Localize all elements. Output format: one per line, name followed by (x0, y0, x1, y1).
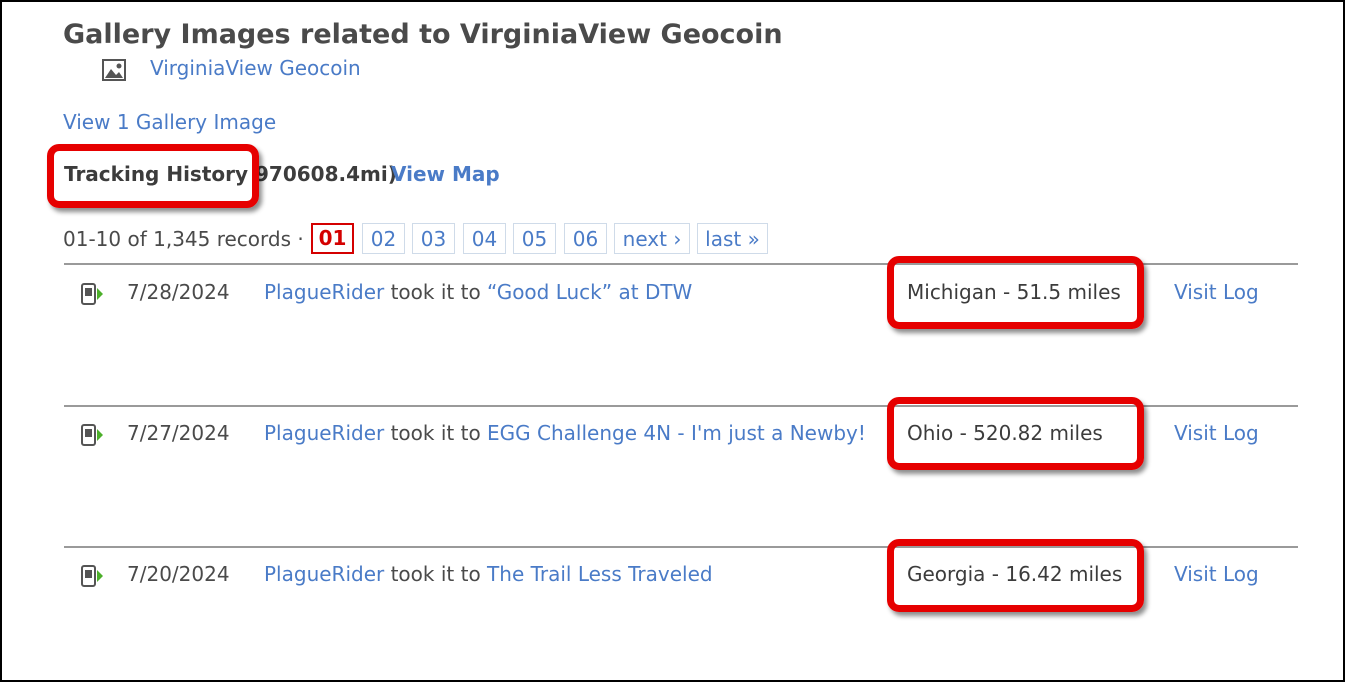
page-04[interactable]: 04 (463, 223, 506, 254)
page-03[interactable]: 03 (412, 223, 455, 254)
log-date: 7/20/2024 (127, 562, 230, 586)
cache-link[interactable]: “Good Luck” at DTW (487, 280, 692, 304)
visit-log-link[interactable]: Visit Log (1174, 280, 1259, 304)
page-06[interactable]: 06 (564, 223, 607, 254)
page-02[interactable]: 02 (362, 223, 405, 254)
records-summary: 01-10 of 1,345 records · (63, 227, 304, 251)
view-gallery-link[interactable]: View 1 Gallery Image (63, 110, 276, 134)
dropped-off-icon (81, 283, 103, 305)
next-page-link[interactable]: next › (614, 223, 690, 254)
view-map-link[interactable]: View Map (391, 162, 500, 186)
last-page-link[interactable]: last » (697, 223, 768, 254)
location-highlight-box (887, 539, 1144, 612)
image-icon (102, 59, 126, 81)
page-05[interactable]: 05 (513, 223, 556, 254)
visit-log-link[interactable]: Visit Log (1174, 421, 1259, 445)
cache-link[interactable]: The Trail Less Traveled (487, 562, 713, 586)
visit-log-link[interactable]: Visit Log (1174, 562, 1259, 586)
log-entry: PlagueRider took it to The Trail Less Tr… (264, 562, 713, 586)
tracking-distance: 970608.4mi) (255, 162, 397, 186)
log-action: took it to (390, 280, 481, 304)
location-highlight-box (887, 256, 1144, 329)
log-action: took it to (390, 421, 481, 445)
gallery-item-link[interactable]: VirginiaView Geocoin (150, 56, 361, 80)
page-title: Gallery Images related to VirginiaView G… (63, 19, 783, 50)
user-link[interactable]: PlagueRider (264, 421, 384, 445)
log-entry: PlagueRider took it to “Good Luck” at DT… (264, 280, 692, 304)
dropped-off-icon (81, 424, 103, 446)
page-frame: Gallery Images related to VirginiaView G… (0, 0, 1345, 682)
log-date: 7/28/2024 (127, 280, 230, 304)
log-date: 7/27/2024 (127, 421, 230, 445)
cache-link[interactable]: EGG Challenge 4N - I'm just a Newby! (487, 421, 866, 445)
user-link[interactable]: PlagueRider (264, 280, 384, 304)
location-highlight-box (887, 397, 1144, 470)
dropped-off-icon (81, 565, 103, 587)
page-01[interactable]: 01 (311, 223, 354, 254)
log-entry: PlagueRider took it to EGG Challenge 4N … (264, 421, 866, 445)
log-action: took it to (390, 562, 481, 586)
tracking-highlight-box (47, 144, 259, 208)
user-link[interactable]: PlagueRider (264, 562, 384, 586)
